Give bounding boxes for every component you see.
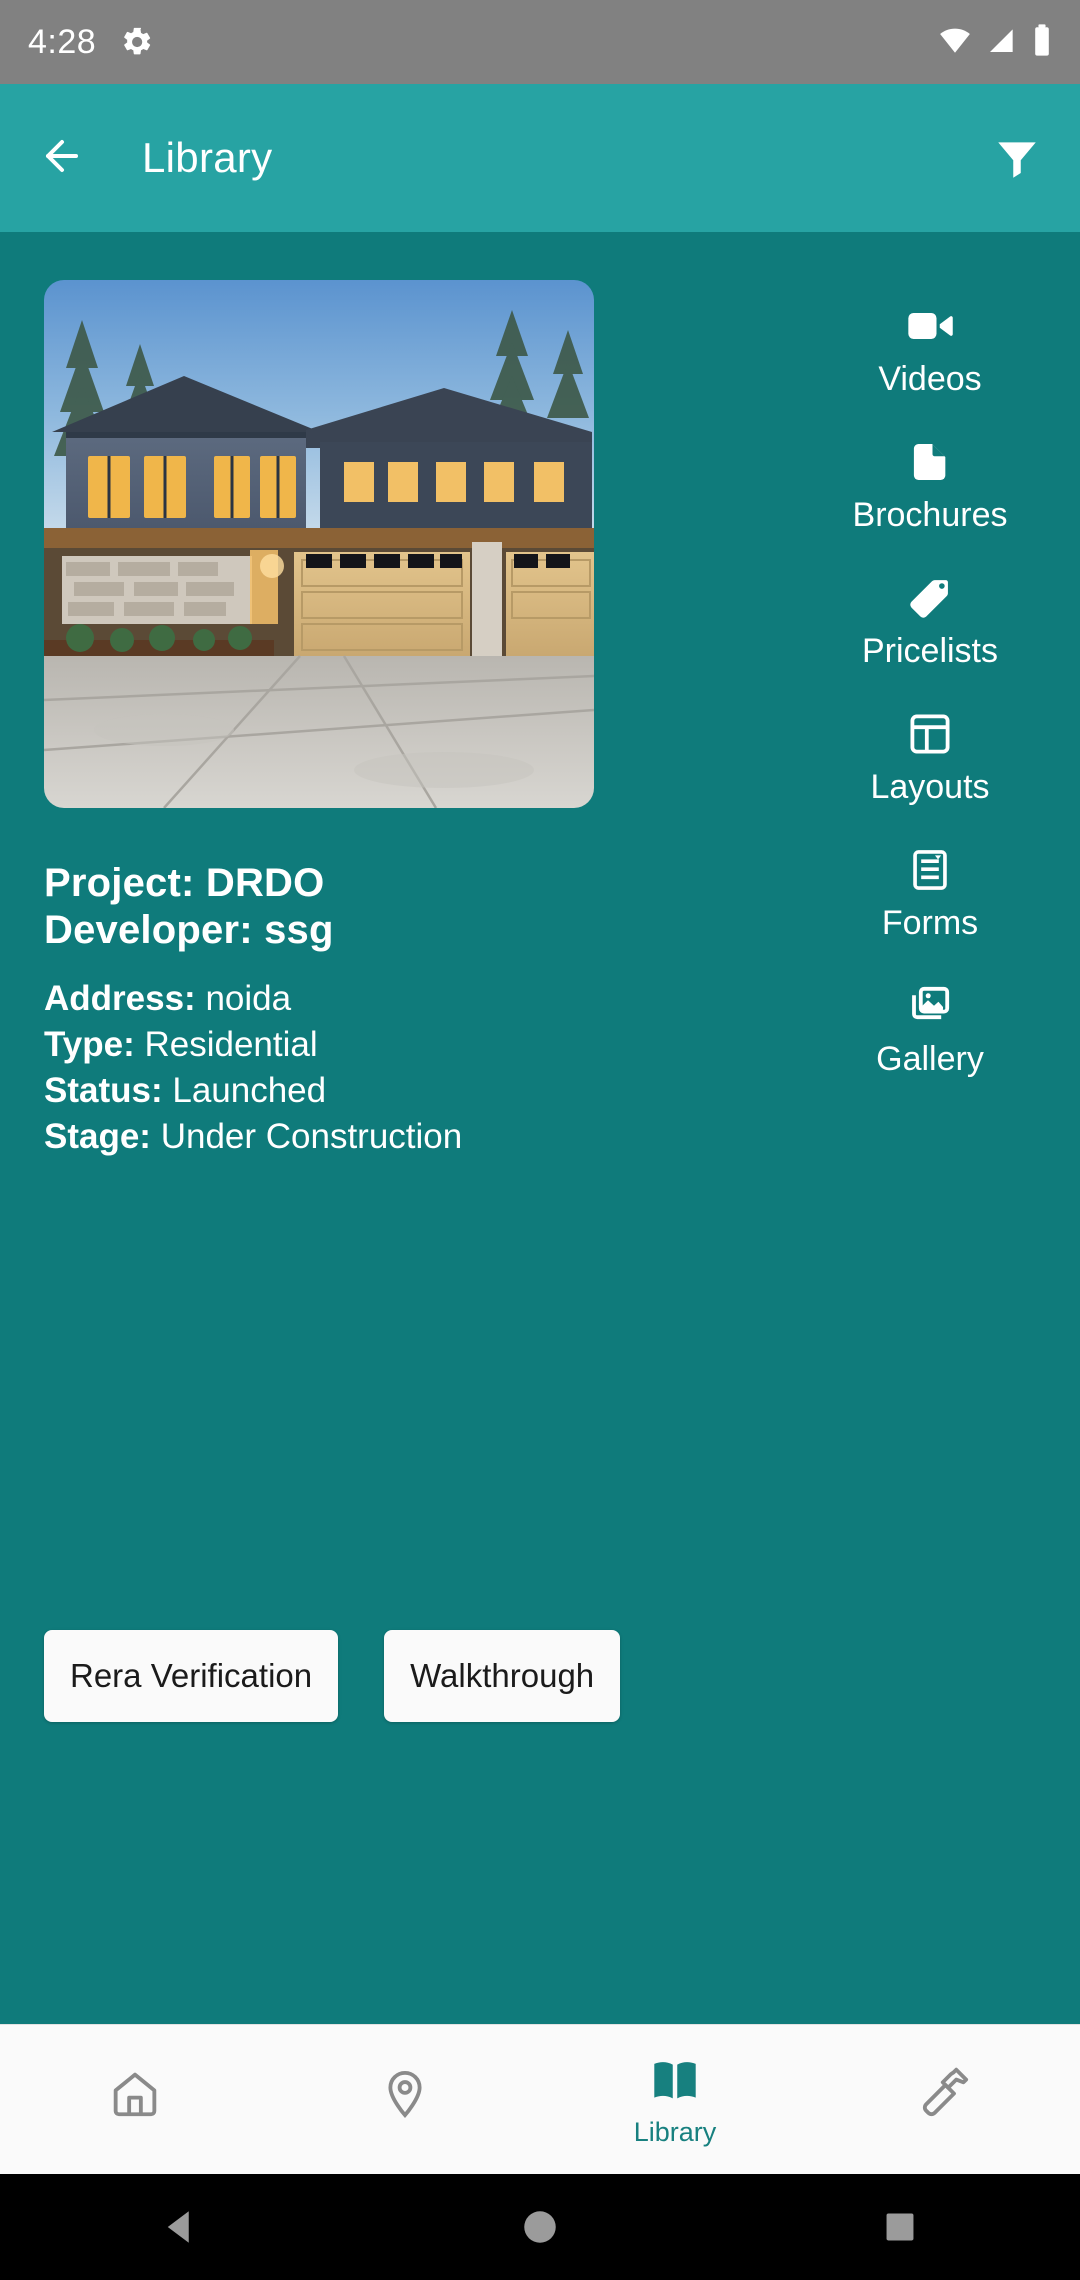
developer-label: Developer: [44,908,253,953]
bottom-nav-label-library: Library [633,2116,717,2147]
form-document-icon [907,844,953,896]
android-system-nav [0,2174,1080,2280]
system-recents-button[interactable] [720,2208,1080,2246]
book-icon [648,2054,702,2113]
status-bar-icons [938,23,1052,62]
resource-label-pricelists: Pricelists [861,632,999,670]
project-action-buttons: Rera Verification Walkthrough [44,1630,621,1722]
wifi-icon [938,23,972,62]
project-value: DRDO [205,861,325,905]
address-label: Address: [44,979,196,1019]
resource-label-gallery: Gallery [876,1040,984,1078]
status-value: Launched [172,1071,327,1111]
home-icon [108,2067,162,2126]
document-icon [907,436,953,488]
page-title: Library [142,134,273,181]
resource-item-forms[interactable]: Forms [780,844,1080,940]
status-bar: 4:28 [0,0,1080,84]
address-value: noida [205,979,292,1019]
status-label: Status: [44,1071,163,1111]
battery-icon [1032,23,1052,62]
library-content: Project: DRDO Developer: ssg Address: no… [0,232,1080,2024]
project-name-line: Project: DRDO [44,860,784,907]
cellular-signal-icon [986,24,1018,61]
project-info: Project: DRDO Developer: ssg Address: no… [44,860,784,1160]
map-pin-icon [378,2067,432,2126]
resource-item-videos[interactable]: Videos [780,300,1080,396]
bottom-nav-item-home[interactable] [0,2067,270,2132]
project-photo[interactable] [44,280,594,808]
filter-icon[interactable] [992,133,1042,183]
resource-item-pricelists[interactable]: Pricelists [780,572,1080,668]
resource-label-forms: Forms [881,904,979,942]
project-label: Project: [44,861,195,905]
resource-label-videos: Videos [878,360,982,398]
bottom-nav-item-tools[interactable] [810,2067,1080,2132]
type-value: Residential [144,1025,318,1065]
system-home-button[interactable] [360,2206,720,2248]
hammer-icon [918,2067,972,2126]
resource-item-layouts[interactable]: Layouts [780,708,1080,804]
price-tag-icon [905,572,955,624]
detail-row-status: Status: Launched [44,1068,784,1114]
bottom-nav-item-library[interactable]: Library [540,2054,810,2146]
bottom-navigation-bar: Library [0,2024,1080,2174]
app-bar: Library [0,84,1080,232]
video-camera-icon [904,300,956,352]
detail-row-address: Address: noida [44,976,784,1022]
resource-item-gallery[interactable]: Gallery [780,980,1080,1076]
resource-menu: Videos Brochures Pricelists Layouts Form… [780,232,1080,1076]
phone-screen: 4:28 Library Project: DRDO Developer: ss… [0,0,1080,2280]
stage-value: Under Construction [160,1116,463,1156]
layout-grid-icon [906,708,954,760]
photo-gallery-icon [904,980,956,1032]
walkthrough-button[interactable]: Walkthrough [384,1630,621,1722]
developer-line: Developer: ssg [44,907,784,954]
resource-label-brochures: Brochures [852,496,1008,534]
detail-row-type: Type: Residential [44,1022,784,1068]
gear-icon [120,25,154,59]
back-arrow-icon[interactable] [38,132,86,185]
type-label: Type: [44,1025,135,1065]
rera-verification-button[interactable]: Rera Verification [44,1630,339,1722]
developer-value: ssg [264,908,334,953]
detail-row-stage: Stage: Under Construction [44,1114,784,1160]
resource-label-layouts: Layouts [870,768,990,806]
stage-label: Stage: [44,1116,151,1156]
status-bar-clock: 4:28 [28,23,97,61]
bottom-nav-item-location[interactable] [270,2067,540,2132]
system-back-button[interactable] [0,2206,360,2248]
resource-item-brochures[interactable]: Brochures [780,436,1080,532]
